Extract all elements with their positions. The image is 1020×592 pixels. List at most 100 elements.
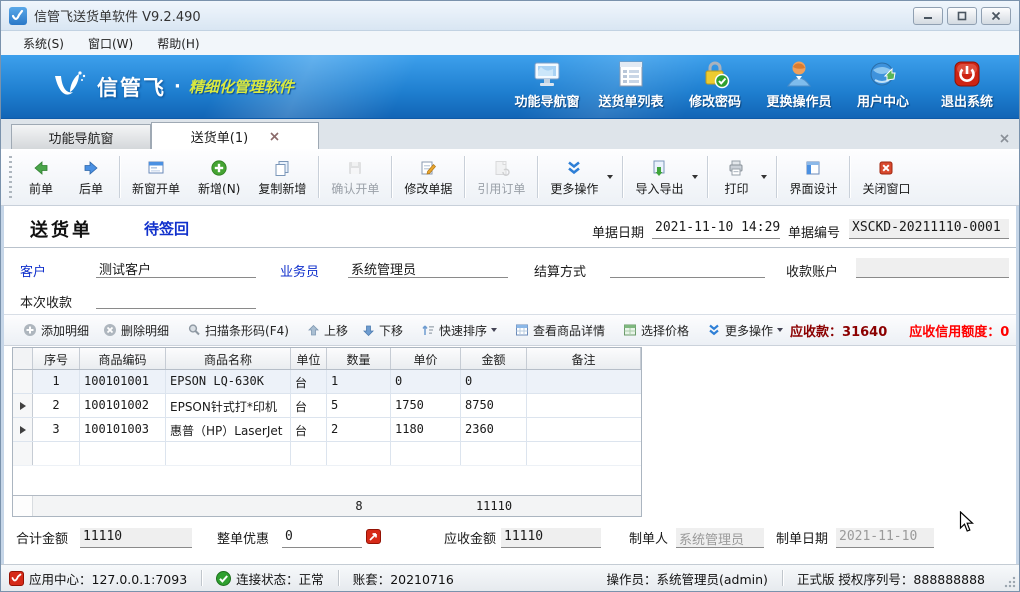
- toolbar-button-new-window-order[interactable]: 新窗开单: [123, 155, 189, 200]
- toolbar-button-reference-order: 引用订单: [468, 155, 534, 200]
- detail-button-add-row[interactable]: 添加明细: [16, 320, 96, 341]
- banner-button-user-center[interactable]: 用户中心: [841, 59, 925, 114]
- minimize-button[interactable]: [913, 7, 943, 25]
- col-no[interactable]: 序号: [33, 348, 80, 369]
- settlement-field[interactable]: [610, 258, 765, 278]
- statusbar-separator: [201, 570, 202, 586]
- doc-status-badge[interactable]: 待签回: [144, 218, 189, 239]
- maximize-button[interactable]: [947, 7, 977, 25]
- detail-button-scan-barcode[interactable]: 扫描条形码(F4): [180, 320, 296, 341]
- toolbar-separator: [622, 156, 623, 198]
- detail-button-select-price[interactable]: 选择价格: [616, 320, 696, 341]
- total-amount-field: 11110: [80, 528, 192, 548]
- customer-label[interactable]: 客户: [20, 261, 46, 280]
- banner-button-navigation[interactable]: 功能导航窗: [505, 59, 589, 114]
- col-unit[interactable]: 单位: [291, 348, 327, 369]
- toolbar-button-ui-design[interactable]: 界面设计: [780, 155, 846, 200]
- summary-amount-total: 11110: [461, 496, 527, 516]
- empty-row: [13, 442, 641, 466]
- tab-bar: 功能导航窗 送货单(1): [1, 119, 1019, 149]
- detail-button-quick-sort[interactable]: 快速排序: [414, 320, 504, 341]
- tab-close-icon[interactable]: [270, 132, 279, 141]
- toolbar-button-copy-add[interactable]: 复制新增: [249, 155, 315, 200]
- col-price[interactable]: 单价: [391, 348, 461, 369]
- arrow-right-icon: [82, 159, 100, 177]
- toolbar-grip[interactable]: [9, 156, 12, 198]
- table-row[interactable]: 1 100101001 EPSON LQ-630K 台 1 0 0: [13, 370, 641, 394]
- discount-field[interactable]: 0: [282, 528, 362, 548]
- table-row[interactable]: 3 100101003 惠普（HP）LaserJet 台 2 1180 2360: [13, 418, 641, 442]
- tab-navigation-window[interactable]: 功能导航窗: [11, 124, 151, 149]
- move-down-icon: [362, 324, 375, 337]
- account-field[interactable]: [856, 258, 1009, 278]
- window-title: 信管飞送货单软件 V9.2.490: [34, 6, 201, 25]
- detail-button-view-product[interactable]: 查看商品详情: [508, 320, 612, 341]
- toolbar-button-modify-doc[interactable]: 修改单据: [395, 155, 461, 200]
- printer-icon: [727, 159, 745, 177]
- app-window: 信管飞送货单软件 V9.2.490 系统(S) 窗口(W) 帮助(H) 信管飞 …: [0, 0, 1020, 592]
- toolbar-button-print[interactable]: 打印: [711, 155, 773, 200]
- menu-system[interactable]: 系统(S): [11, 32, 76, 55]
- toolbar-separator: [707, 156, 708, 198]
- toolbar-separator: [318, 156, 319, 198]
- salesman-label[interactable]: 业务员: [280, 261, 319, 280]
- toolbar-button-more-actions[interactable]: 更多操作: [541, 155, 619, 200]
- col-code[interactable]: 商品编码: [80, 348, 166, 369]
- close-button[interactable]: [981, 7, 1011, 25]
- detail-button-move-up[interactable]: 上移: [300, 320, 355, 341]
- col-note[interactable]: 备注: [527, 348, 641, 369]
- toolbar-button-prev-doc[interactable]: 前单: [16, 155, 66, 200]
- statusbar-separator: [782, 570, 783, 586]
- col-amount[interactable]: 金额: [461, 348, 527, 369]
- discount-label: 整单优惠: [217, 528, 269, 547]
- banner: 信管飞 · 精细化管理软件 功能导航窗: [1, 55, 1019, 119]
- arrow-left-icon: [32, 159, 50, 177]
- detail-button-more-actions[interactable]: 更多操作: [700, 320, 790, 341]
- brand-block: 信管飞 · 精细化管理软件: [49, 68, 294, 106]
- sort-icon: [421, 323, 435, 337]
- doc-date-label: 单据日期: [592, 222, 644, 241]
- toolbar-button-close-window[interactable]: 关闭窗口: [853, 155, 919, 200]
- monitor-icon: [532, 59, 562, 89]
- dropdown-caret-icon: [777, 328, 783, 332]
- tab-delivery-order[interactable]: 送货单(1): [151, 122, 319, 149]
- operator-person-icon: [784, 59, 814, 89]
- col-qty[interactable]: 数量: [327, 348, 391, 369]
- menu-help[interactable]: 帮助(H): [145, 32, 211, 55]
- col-name[interactable]: 商品名称: [166, 348, 291, 369]
- current-row-icon: [20, 426, 26, 434]
- doc-number-field: XSCKD-20211110-0001: [849, 219, 1009, 239]
- detail-button-delete-row[interactable]: 删除明细: [96, 320, 176, 341]
- table-row[interactable]: 2 100101002 EPSON针式打*印机 台 5 1750 8750: [13, 394, 641, 418]
- banner-button-delivery-list[interactable]: 送货单列表: [589, 59, 673, 114]
- operator-status: 操作员：系统管理员(admin): [607, 569, 768, 588]
- toolbar-separator: [119, 156, 120, 198]
- app-center-icon: [9, 571, 24, 586]
- payment-field[interactable]: [96, 289, 256, 309]
- brand-name: 信管飞: [97, 72, 166, 102]
- toolbar-button-import-export[interactable]: 导入导出: [626, 155, 704, 200]
- menu-window[interactable]: 窗口(W): [76, 32, 145, 55]
- doc-date-field[interactable]: 2021-11-10 14:29: [652, 219, 780, 239]
- toolbar-button-add-new[interactable]: 新增(N): [189, 155, 249, 200]
- salesman-field[interactable]: 系统管理员: [348, 258, 508, 278]
- title-bar: 信管飞送货单软件 V9.2.490: [1, 1, 1019, 31]
- banner-buttons: 功能导航窗 送货单列表: [505, 59, 1019, 114]
- detail-button-move-down[interactable]: 下移: [355, 320, 410, 341]
- customer-field[interactable]: 测试客户: [96, 258, 256, 278]
- banner-button-exit-system[interactable]: 退出系统: [925, 59, 1009, 114]
- banner-button-change-password[interactable]: 修改密码: [673, 59, 757, 114]
- toolbar-separator: [849, 156, 850, 198]
- doc-title: 送货单: [30, 216, 93, 242]
- toolbar-button-next-doc[interactable]: 后单: [66, 155, 116, 200]
- banner-button-switch-operator[interactable]: 更换操作员: [757, 59, 841, 114]
- discount-edit-button[interactable]: [366, 529, 381, 549]
- app-logo-icon: [9, 7, 27, 25]
- tabbar-close-icon[interactable]: [1000, 134, 1009, 143]
- items-grid: 序号 商品编码 商品名称 单位 数量 单价 金额 备注 1 100101001 …: [12, 347, 642, 517]
- credit-limit: 应收信用额度：0: [909, 321, 1009, 340]
- resize-grip-icon[interactable]: [1004, 576, 1016, 588]
- grid-summary-row: 8 11110: [13, 495, 641, 516]
- import-export-icon: [650, 159, 668, 177]
- toolbar-button-confirm-order: 确认开单: [322, 155, 388, 200]
